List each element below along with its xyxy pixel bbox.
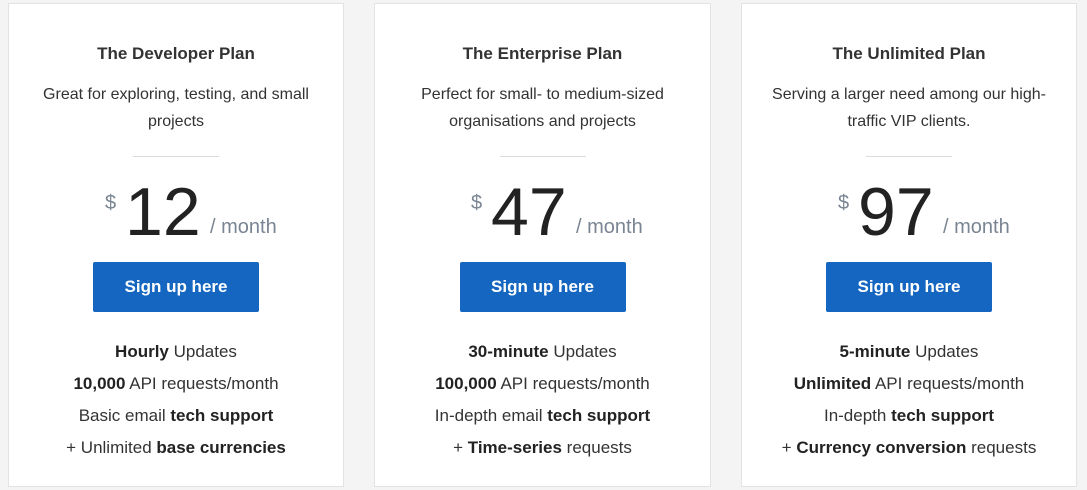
signup-button-unlimited[interactable]: Sign up here	[826, 262, 992, 312]
feature-item: + Time-series requests	[453, 438, 632, 457]
feature-item: 5-minute Updates	[839, 342, 979, 361]
price-period: / month	[576, 216, 643, 238]
currency-symbol: $	[471, 192, 483, 214]
feature-item: 100,000 API requests/month	[435, 374, 650, 393]
feature-item: Unlimited API requests/month	[793, 374, 1025, 393]
price-period: / month	[210, 216, 277, 238]
price-period: / month	[943, 216, 1010, 238]
divider	[499, 156, 586, 157]
feature-list: 30-minute Updates 100,000 API requests/m…	[375, 336, 710, 464]
signup-button-developer[interactable]: Sign up here	[93, 262, 259, 312]
price-amount: 97	[858, 174, 934, 250]
feature-item: In-depth tech support	[823, 406, 995, 425]
currency-symbol: $	[838, 192, 850, 214]
plan-card-enterprise: The Enterprise Plan Perfect for small- t…	[374, 3, 711, 487]
currency-symbol: $	[105, 192, 117, 214]
feature-item: 10,000 API requests/month	[73, 374, 279, 393]
plan-description: Perfect for small- to medium-sized organ…	[421, 86, 664, 130]
price-amount: 47	[491, 174, 567, 250]
plan-title: The Developer Plan	[97, 44, 255, 63]
plan-title: The Unlimited Plan	[832, 44, 986, 63]
price: $ 97 / month	[742, 174, 1076, 254]
feature-item: Hourly Updates	[115, 342, 237, 361]
feature-item: 30-minute Updates	[468, 342, 617, 361]
price: $ 12 / month	[9, 174, 343, 254]
signup-button-enterprise[interactable]: Sign up here	[459, 262, 626, 312]
feature-list: 5-minute Updates Unlimited API requests/…	[742, 336, 1076, 464]
divider	[866, 156, 952, 157]
plan-card-developer: The Developer Plan Great for exploring, …	[8, 3, 344, 487]
plan-title: The Enterprise Plan	[462, 44, 623, 63]
feature-list: Hourly Updates 10,000 API requests/month…	[9, 336, 343, 464]
price-amount: 12	[125, 174, 201, 250]
divider	[133, 156, 219, 157]
feature-item: In-depth email tech support	[434, 406, 651, 425]
feature-item: Basic email tech support	[78, 406, 274, 425]
plan-description: Serving a larger need among our high-tra…	[772, 86, 1046, 130]
feature-item: + Unlimited base currencies	[66, 438, 286, 457]
plan-card-unlimited: The Unlimited Plan Serving a larger need…	[741, 3, 1077, 487]
feature-item: + Currency conversion requests	[781, 438, 1037, 457]
price: $ 47 / month	[375, 174, 710, 254]
plan-description: Great for exploring, testing, and small …	[43, 86, 309, 130]
